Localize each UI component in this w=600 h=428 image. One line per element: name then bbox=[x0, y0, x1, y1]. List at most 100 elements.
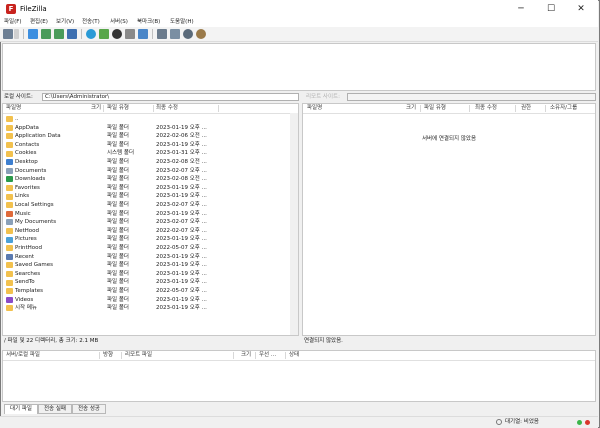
table-row[interactable]: Recent 파일 폴더 2023-01-19 오후 ... bbox=[3, 253, 298, 262]
folder-icon bbox=[6, 133, 13, 140]
table-row[interactable]: PrintHood 파일 폴더 2022-05-07 오후 ... bbox=[3, 244, 298, 253]
table-row[interactable]: My Documents 파일 폴더 2023-02-07 오후 ... bbox=[3, 218, 298, 227]
disconnect-icon[interactable] bbox=[125, 29, 135, 39]
remote-path-bar: 리모트 사이트: bbox=[302, 92, 596, 102]
reconnect-icon[interactable] bbox=[138, 29, 148, 39]
table-row[interactable]: NetHood 파일 폴더 2022-02-07 오후 ... bbox=[3, 227, 298, 236]
menu-edit[interactable]: 편집(E) bbox=[30, 18, 48, 27]
cancel-icon[interactable] bbox=[112, 29, 122, 39]
table-row[interactable]: Favorites 파일 폴더 2023-01-19 오후 ... bbox=[3, 184, 298, 193]
table-row[interactable]: Music 파일 폴더 2023-01-19 오후 ... bbox=[3, 210, 298, 219]
local-status: / 파일 및 22 디렉터리, 총 크기: 2.1 MB bbox=[4, 338, 99, 344]
send-led-icon bbox=[585, 420, 590, 425]
file-modified: 2023-02-08 오전 ... bbox=[156, 159, 207, 165]
menu-help[interactable]: 도움말(H) bbox=[170, 18, 194, 27]
remote-col-owner[interactable]: 소유자/그룹 bbox=[550, 104, 577, 113]
remote-col-type[interactable]: 파일 유형 bbox=[424, 104, 446, 113]
file-modified: 2022-02-06 오전 ... bbox=[156, 133, 207, 140]
menu-server[interactable]: 서버(S) bbox=[110, 18, 128, 27]
file-name: Videos bbox=[15, 296, 34, 303]
compare-icon[interactable] bbox=[196, 29, 206, 39]
local-scrollbar[interactable] bbox=[290, 113, 298, 335]
toggle-message-log-icon[interactable] bbox=[28, 29, 38, 39]
file-name: Links bbox=[15, 193, 30, 200]
queue-col-status[interactable]: 상태 bbox=[289, 351, 299, 360]
toggle-sync-browsing-icon[interactable] bbox=[170, 29, 180, 39]
remote-col-size[interactable]: 크기 bbox=[406, 104, 416, 113]
videos-icon bbox=[6, 296, 13, 303]
site-manager-dropdown-icon[interactable] bbox=[14, 29, 19, 39]
file-modified: 2022-05-07 오후 ... bbox=[156, 245, 207, 251]
remote-file-list[interactable]: 파일명 크기 파일 유형 최종 수정 권한 소유자/그룹 서버에 연결되지 않았… bbox=[302, 103, 596, 336]
maximize-icon[interactable]: ☐ bbox=[536, 0, 566, 18]
search-icon[interactable] bbox=[183, 29, 193, 39]
table-row[interactable]: Desktop 파일 폴더 2023-02-08 오전 ... bbox=[3, 158, 298, 167]
table-row[interactable]: Videos 파일 폴더 2023-01-19 오후 ... bbox=[3, 296, 298, 305]
file-type: 파일 폴더 bbox=[107, 279, 129, 286]
table-row[interactable]: Downloads 파일 폴더 2023-02-08 오전 ... bbox=[3, 175, 298, 184]
local-col-type[interactable]: 파일 유형 bbox=[107, 104, 129, 113]
queue-col-priority[interactable]: 우선 ... bbox=[259, 351, 276, 360]
remote-col-modified[interactable]: 최종 수정 bbox=[475, 104, 497, 113]
table-row[interactable]: Documents 파일 폴더 2023-02-07 오후 ... bbox=[3, 167, 298, 176]
transfer-queue[interactable]: 서버/로컬 파일 방향 리모트 파일 크기 우선 ... 상태 bbox=[2, 350, 596, 402]
file-name: PrintHood bbox=[15, 245, 43, 251]
folder-icon bbox=[6, 202, 13, 209]
folder-icon bbox=[6, 305, 13, 312]
site-manager-icon[interactable] bbox=[3, 29, 13, 39]
directory-filter-icon[interactable] bbox=[157, 29, 167, 39]
process-queue-icon[interactable] bbox=[99, 29, 109, 39]
table-row[interactable]: Searches 파일 폴더 2023-01-19 오후 ... bbox=[3, 270, 298, 279]
file-type: 파일 폴더 bbox=[107, 296, 129, 303]
message-log[interactable] bbox=[2, 43, 596, 91]
toolbar bbox=[0, 27, 598, 42]
toggle-queue-icon[interactable] bbox=[67, 29, 77, 39]
local-site-label: 로컬 사이트: bbox=[4, 94, 33, 100]
file-modified: 2023-02-07 오후 ... bbox=[156, 202, 207, 208]
menu-file[interactable]: 파일(F) bbox=[4, 18, 22, 27]
table-row[interactable]: Pictures 파일 폴더 2023-01-19 오후 ... bbox=[3, 235, 298, 244]
table-row[interactable]: Application Data 파일 폴더 2022-02-06 오전 ... bbox=[3, 132, 298, 141]
local-col-name[interactable]: 파일명 bbox=[6, 104, 21, 113]
table-row[interactable]: Local Settings 파일 폴더 2023-02-07 오후 ... bbox=[3, 201, 298, 210]
queue-col-direction[interactable]: 방향 bbox=[103, 351, 113, 360]
folder-icon bbox=[6, 245, 13, 252]
close-icon[interactable]: ✕ bbox=[566, 0, 596, 18]
table-row[interactable]: SendTo 파일 폴더 2023-01-19 오후 ... bbox=[3, 278, 298, 287]
toggle-remote-tree-icon[interactable] bbox=[54, 29, 64, 39]
file-name: Music bbox=[15, 210, 31, 217]
menu-view[interactable]: 보기(V) bbox=[56, 18, 74, 27]
local-col-modified[interactable]: 최종 수정 bbox=[156, 104, 178, 113]
queue-col-remote[interactable]: 리모트 파일 bbox=[125, 351, 152, 360]
remote-col-name[interactable]: 파일명 bbox=[307, 104, 322, 113]
minimize-icon[interactable]: ─ bbox=[506, 0, 536, 18]
tab-queued-files[interactable]: 대기 파일 bbox=[4, 404, 38, 414]
table-row[interactable]: Templates 파일 폴더 2022-05-07 오후 ... bbox=[3, 287, 298, 296]
table-row[interactable]: 시작 메뉴 파일 폴더 2023-01-19 오후 ... bbox=[3, 304, 298, 313]
local-path-input[interactable]: C:\Users\Administrator\ bbox=[42, 93, 299, 101]
table-row[interactable]: .. bbox=[3, 115, 298, 124]
file-modified: 2023-01-31 오후 ... bbox=[156, 150, 207, 157]
file-type: 파일 폴더 bbox=[107, 219, 129, 226]
queue-col-size[interactable]: 크기 bbox=[241, 351, 251, 360]
menu-transfer[interactable]: 전송(T) bbox=[82, 18, 100, 27]
remote-path-input[interactable] bbox=[347, 93, 596, 101]
queue-col-server[interactable]: 서버/로컬 파일 bbox=[6, 351, 40, 360]
table-row[interactable]: AppData 파일 폴더 2023-01-19 오후 ... bbox=[3, 124, 298, 133]
table-row[interactable]: Saved Games 파일 폴더 2023-01-19 오후 ... bbox=[3, 261, 298, 270]
refresh-icon[interactable] bbox=[86, 29, 96, 39]
file-type: 파일 폴더 bbox=[107, 245, 129, 251]
menu-bookmarks[interactable]: 북마크(B) bbox=[137, 18, 160, 27]
table-row[interactable]: Contacts 파일 폴더 2023-01-19 오후 ... bbox=[3, 141, 298, 150]
local-file-list[interactable]: 파일명 크기 파일 유형 최종 수정 .. AppData 파일 폴더 2023-01… bbox=[2, 103, 299, 336]
local-col-size[interactable]: 크기 bbox=[91, 104, 101, 113]
file-type: 파일 폴더 bbox=[107, 141, 129, 148]
file-name: Pictures bbox=[15, 236, 37, 243]
tab-failed-transfers[interactable]: 전송 실패 bbox=[38, 404, 72, 414]
toggle-local-tree-icon[interactable] bbox=[41, 29, 51, 39]
tab-successful-transfers[interactable]: 전송 성공 bbox=[72, 404, 106, 414]
remote-status: 연결되지 않았음. bbox=[304, 338, 343, 344]
table-row[interactable]: Links 파일 폴더 2023-01-19 오후 ... bbox=[3, 192, 298, 201]
table-row[interactable]: Cookies 시스템 폴더 2023-01-31 오후 ... bbox=[3, 149, 298, 158]
remote-col-permissions[interactable]: 권한 bbox=[521, 104, 531, 113]
